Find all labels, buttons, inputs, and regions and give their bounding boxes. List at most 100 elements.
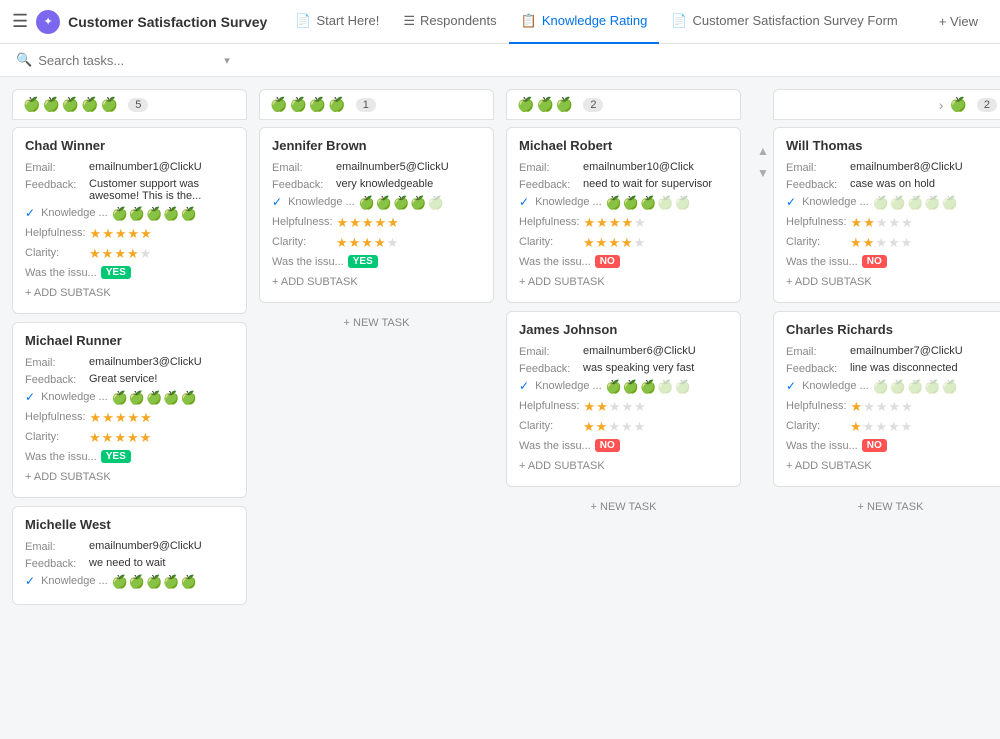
- issue-badge: NO: [595, 255, 620, 268]
- issue-badge: YES: [101, 450, 131, 463]
- card-feedback-row: Feedback: Customer support was awesome! …: [25, 178, 234, 202]
- card-name: Charles Richards: [786, 322, 995, 337]
- check-icon: ✓: [786, 379, 796, 393]
- add-subtask-btn[interactable]: + ADD SUBTASK: [272, 272, 481, 292]
- view-button[interactable]: + View: [929, 14, 988, 29]
- issue-badge: NO: [862, 255, 887, 268]
- col-4-left-arrow[interactable]: ›: [939, 97, 944, 113]
- col-3-cards: Michael Robert Email: emailnumber10@Clic…: [506, 121, 741, 720]
- card-name: James Johnson: [519, 322, 728, 337]
- tab-start[interactable]: 📄 Start Here!: [283, 0, 391, 44]
- scroll-down-arrow[interactable]: ▼: [757, 166, 769, 180]
- card-email-row: Email: emailnumber1@ClickU: [25, 161, 234, 174]
- knowledge-label: Knowledge ...: [41, 206, 108, 219]
- app-title: Customer Satisfaction Survey: [68, 14, 267, 30]
- card-clarity-row: Clarity: ★★★★★: [25, 246, 234, 262]
- card-james-johnson: James Johnson Email: emailnumber6@ClickU…: [506, 311, 741, 487]
- col-4-count: 2: [977, 98, 997, 112]
- issue-label: Was the issu...: [25, 266, 97, 279]
- tab-knowledge[interactable]: 📋 Knowledge Rating: [509, 0, 660, 44]
- check-icon: ✓: [519, 379, 529, 393]
- add-subtask-btn[interactable]: + ADD SUBTASK: [786, 456, 995, 476]
- card-michelle-west: Michelle West Email: emailnumber9@ClickU…: [12, 506, 247, 605]
- col-3-header: 🍏🍏🍏 2: [506, 89, 741, 120]
- card-name: Michelle West: [25, 517, 234, 532]
- check-icon: ✓: [272, 195, 282, 209]
- check-icon: ✓: [25, 206, 35, 220]
- column-2: 🍏🍏🍏🍏 1 Jennifer Brown Email: emailnumber…: [259, 89, 494, 720]
- card-name: Michael Runner: [25, 333, 234, 348]
- tab-form-icon: 📄: [671, 13, 687, 29]
- email-value: emailnumber1@ClickU: [89, 161, 234, 173]
- col-1-cards: Chad Winner Email: emailnumber1@ClickU F…: [12, 121, 247, 720]
- issue-badge: NO: [595, 439, 620, 452]
- card-michael-robert: Michael Robert Email: emailnumber10@Clic…: [506, 127, 741, 303]
- add-subtask-btn[interactable]: + ADD SUBTASK: [519, 456, 728, 476]
- new-task-btn[interactable]: + NEW TASK: [506, 495, 741, 519]
- board: 🍏🍏🍏🍏🍏 5 Chad Winner Email: emailnumber1@…: [0, 77, 1000, 732]
- card-will-thomas: Will Thomas Email: emailnumber8@ClickU F…: [773, 127, 1000, 303]
- column-1: 🍏🍏🍏🍏🍏 5 Chad Winner Email: emailnumber1@…: [12, 89, 247, 720]
- col-1-apples: 🍏🍏🍏🍏🍏: [23, 96, 118, 113]
- col-2-apples: 🍏🍏🍏🍏: [270, 96, 346, 113]
- column-3: 🍏🍏🍏 2 Michael Robert Email: emailnumber1…: [506, 89, 741, 720]
- add-subtask-btn[interactable]: + ADD SUBTASK: [25, 467, 234, 487]
- col-4-header: › 🍏 2: [773, 89, 1000, 120]
- tab-knowledge-label: Knowledge Rating: [542, 13, 648, 28]
- add-subtask-btn[interactable]: + ADD SUBTASK: [519, 272, 728, 292]
- check-icon: ✓: [25, 574, 35, 588]
- check-icon: ✓: [786, 195, 796, 209]
- helpfulness-stars: ★★★★★: [90, 226, 152, 242]
- card-name: Chad Winner: [25, 138, 234, 153]
- col-3-apples: 🍏🍏🍏: [517, 96, 573, 113]
- clarity-label: Clarity:: [25, 246, 85, 259]
- tab-form-label: Customer Satisfaction Survey Form: [693, 13, 898, 28]
- navbar: ☰ ✦ Customer Satisfaction Survey 📄 Start…: [0, 0, 1000, 44]
- card-charles-richards: Charles Richards Email: emailnumber7@Cli…: [773, 311, 1000, 487]
- col-4-cards: Will Thomas Email: emailnumber8@ClickU F…: [773, 121, 1000, 720]
- card-knowledge-row: ✓ Knowledge ... 🍏🍏🍏🍏🍏: [25, 206, 234, 222]
- issue-badge: YES: [101, 266, 131, 279]
- email-label: Email:: [25, 161, 85, 174]
- search-input[interactable]: [38, 53, 218, 68]
- scroll-arrows: ▲ ▼: [753, 89, 773, 720]
- new-task-btn[interactable]: + NEW TASK: [259, 311, 494, 335]
- col-1-count: 5: [128, 98, 148, 112]
- card-michael-runner: Michael Runner Email: emailnumber3@Click…: [12, 322, 247, 498]
- add-subtask-btn[interactable]: + ADD SUBTASK: [25, 283, 234, 303]
- issue-badge: NO: [862, 439, 887, 452]
- card-name: Will Thomas: [786, 138, 995, 153]
- issue-badge: YES: [348, 255, 378, 268]
- search-icon: 🔍: [16, 52, 32, 68]
- col-2-count: 1: [356, 98, 376, 112]
- add-subtask-btn[interactable]: + ADD SUBTASK: [786, 272, 995, 292]
- tab-form[interactable]: 📄 Customer Satisfaction Survey Form: [659, 0, 909, 44]
- col-2-header: 🍏🍏🍏🍏 1: [259, 89, 494, 120]
- tab-respondents-icon: ☰: [403, 13, 415, 29]
- app-logo: ✦: [36, 10, 60, 34]
- new-task-btn[interactable]: + NEW TASK: [773, 495, 1000, 519]
- card-name: Jennifer Brown: [272, 138, 481, 153]
- check-icon: ✓: [519, 195, 529, 209]
- tab-start-label: Start Here!: [317, 13, 380, 28]
- card-jennifer-brown: Jennifer Brown Email: emailnumber5@Click…: [259, 127, 494, 303]
- search-bar: 🔍 ▾: [0, 44, 1000, 77]
- col-4-apples: 🍏: [949, 96, 966, 113]
- search-dropdown-icon[interactable]: ▾: [224, 54, 230, 67]
- col-2-cards: Jennifer Brown Email: emailnumber5@Click…: [259, 121, 494, 720]
- tab-start-icon: 📄: [295, 13, 311, 29]
- nav-tabs: 📄 Start Here! ☰ Respondents 📋 Knowledge …: [283, 0, 909, 44]
- card-name: Michael Robert: [519, 138, 728, 153]
- col-3-count: 2: [583, 98, 603, 112]
- hamburger-menu[interactable]: ☰: [12, 11, 28, 32]
- clarity-stars: ★★★★★: [89, 246, 151, 262]
- knowledge-stars: 🍏🍏🍏🍏🍏: [112, 206, 197, 222]
- tab-respondents[interactable]: ☰ Respondents: [391, 0, 508, 44]
- feedback-label: Feedback:: [25, 178, 85, 191]
- tab-knowledge-icon: 📋: [521, 13, 537, 29]
- scroll-up-arrow[interactable]: ▲: [757, 144, 769, 158]
- helpfulness-label: Helpfulness:: [25, 226, 86, 239]
- tab-respondents-label: Respondents: [420, 13, 497, 28]
- card-helpfulness-row: Helpfulness: ★★★★★: [25, 226, 234, 242]
- feedback-value: Customer support was awesome! This is th…: [89, 178, 234, 202]
